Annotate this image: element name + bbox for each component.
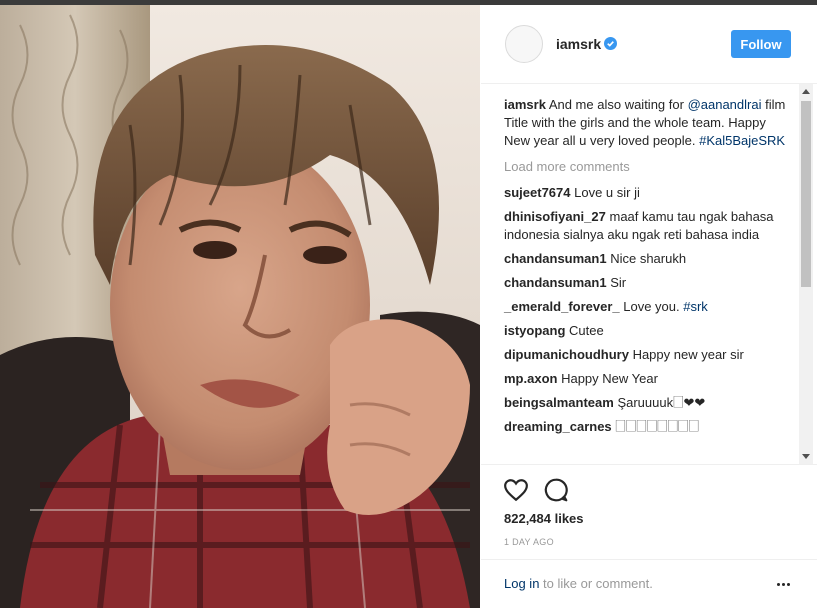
- comment-item: beingsalmanteam Şaruuuuk🗌❤❤: [504, 394, 794, 412]
- follow-button[interactable]: Follow: [731, 30, 791, 58]
- more-options-icon: [773, 577, 793, 591]
- verified-badge-icon: [604, 37, 617, 50]
- comment-hashtag-link[interactable]: #srk: [683, 299, 708, 314]
- comment-username[interactable]: beingsalmanteam: [504, 395, 614, 410]
- comment-text: Happy New Year: [557, 371, 658, 386]
- comment-text: Happy new year sir: [628, 347, 744, 362]
- comment-username[interactable]: dreaming_carnes: [504, 419, 612, 434]
- comments-scrollbar[interactable]: [799, 84, 813, 464]
- comment-username[interactable]: sujeet7674: [504, 185, 571, 200]
- comment-username[interactable]: istyopang: [504, 323, 565, 338]
- comment-icon: [544, 478, 568, 502]
- login-footer: Log in to like or comment.: [481, 559, 817, 609]
- comments-list[interactable]: iamsrk And me also waiting for @aanandlr…: [481, 84, 817, 464]
- likes-count[interactable]: 822,484 likes: [504, 511, 584, 526]
- comment-text: Love you.: [619, 299, 684, 314]
- post-timestamp[interactable]: 1 DAY AGO: [504, 537, 554, 547]
- post-photo[interactable]: [0, 5, 480, 608]
- like-button[interactable]: [503, 477, 529, 503]
- scroll-up-arrow-icon[interactable]: [802, 89, 810, 94]
- comment-text: Şaruuuuk🗌❤❤: [613, 395, 706, 410]
- login-prompt-rest: to like or comment.: [539, 576, 653, 591]
- comment-username[interactable]: _emerald_forever_: [504, 299, 620, 314]
- caption-username[interactable]: iamsrk: [504, 97, 546, 112]
- avatar[interactable]: [505, 25, 543, 63]
- login-prompt: Log in to like or comment.: [504, 576, 653, 591]
- comment-text: 🗌🗌🗌🗌🗌🗌🗌🗌: [611, 419, 699, 434]
- comment-item: chandansuman1 Sir: [504, 274, 794, 292]
- post-header: iamsrk Follow: [481, 5, 817, 84]
- caption-mention-link[interactable]: @aanandlrai: [688, 97, 762, 112]
- login-link[interactable]: Log in: [504, 576, 539, 591]
- comment-username[interactable]: chandansuman1: [504, 251, 607, 266]
- more-options-button[interactable]: [773, 577, 793, 591]
- comment-item: istyopang Cutee: [504, 322, 794, 340]
- load-more-comments-link[interactable]: Load more comments: [504, 158, 794, 176]
- comment-text: Sir: [606, 275, 627, 290]
- caption-hashtag-link[interactable]: #Kal5BajeSRK: [699, 133, 785, 148]
- comment-item: chandansuman1 Nice sharukh: [504, 250, 794, 268]
- post-username[interactable]: iamsrk: [556, 36, 601, 52]
- caption-text-1: And me also waiting for: [545, 97, 688, 112]
- comment-text: Love u sir ji: [570, 185, 640, 200]
- comment-username[interactable]: dipumanichoudhury: [504, 347, 629, 362]
- comment-username[interactable]: dhinisofiyani_27: [504, 209, 606, 224]
- comment-text: Nice sharukh: [606, 251, 687, 266]
- post-caption: iamsrk And me also waiting for @aanandlr…: [504, 96, 794, 150]
- comment-item: mp.axon Happy New Year: [504, 370, 794, 388]
- heart-icon: [504, 479, 528, 502]
- comment-text: Cutee: [565, 323, 604, 338]
- scrollbar-thumb[interactable]: [801, 101, 811, 287]
- comment-item: dipumanichoudhury Happy new year sir: [504, 346, 794, 364]
- comment-item: _emerald_forever_ Love you. #srk: [504, 298, 794, 316]
- scroll-down-arrow-icon[interactable]: [802, 454, 810, 459]
- comment-item: dreaming_carnes 🗌🗌🗌🗌🗌🗌🗌🗌: [504, 418, 794, 436]
- comment-username[interactable]: chandansuman1: [504, 275, 607, 290]
- post-actions: 822,484 likes 1 DAY AGO: [481, 464, 817, 560]
- comment-item: sujeet7674 Love u sir ji: [504, 184, 794, 202]
- comment-button[interactable]: [543, 477, 569, 503]
- comment-username[interactable]: mp.axon: [504, 371, 557, 386]
- post-side-panel: iamsrk Follow iamsrk And me also waiting…: [481, 5, 817, 608]
- comment-item: dhinisofiyani_27 maaf kamu tau ngak baha…: [504, 208, 794, 244]
- post-photo-illustration: [0, 5, 480, 608]
